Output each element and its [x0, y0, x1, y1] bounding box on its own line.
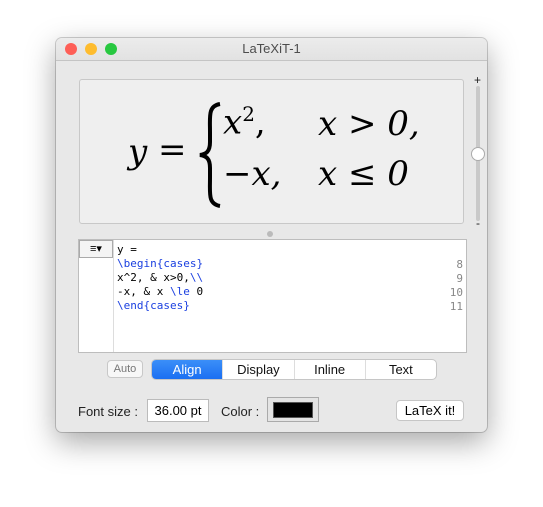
code-token: -x, & x	[117, 285, 170, 298]
split-handle[interactable]	[267, 231, 273, 237]
font-size-label: Font size :	[78, 404, 138, 419]
mode-display[interactable]: Display	[222, 360, 293, 379]
equation-preview[interactable]: y = x2, x > 0, −x, x ≤ 0	[79, 79, 464, 224]
zoom-slider[interactable]	[471, 86, 485, 221]
close-button[interactable]	[65, 43, 77, 55]
title-bar[interactable]: LaTeXiT-1	[56, 38, 487, 61]
code-token: 0	[189, 285, 204, 298]
latexit-window: LaTeXiT-1 y = x2, x > 0, −x, x ≤ 0 + - ≡…	[56, 38, 487, 432]
mode-segmented-control: Align Display Inline Text	[151, 359, 437, 380]
eq-row2-cond: x ≤ 0	[318, 154, 409, 194]
eq-row1-cond: x > 0,	[318, 104, 420, 144]
code-token: x^2, & x>0,	[117, 271, 190, 284]
code-line: -x, & x \le 0	[117, 285, 203, 298]
code-token: y =	[117, 243, 137, 256]
mode-text[interactable]: Text	[364, 360, 436, 379]
line-number: 10	[449, 286, 463, 299]
code-token: \\	[189, 271, 204, 284]
zoom-in-label: +	[474, 73, 482, 87]
mode-inline[interactable]: Inline	[293, 360, 365, 379]
code-line: x^2, & x>0,\\	[117, 271, 203, 284]
line-number: 9	[456, 272, 463, 285]
font-size-input[interactable]: 36.00 pt	[147, 399, 209, 422]
slider-knob[interactable]	[471, 146, 485, 161]
eq-y: y	[128, 132, 148, 172]
code-token: \end{cases}	[117, 299, 190, 312]
eq-equals: =	[158, 130, 187, 170]
eq-row2-expr: −x,	[223, 154, 282, 194]
code-line: \end{cases}	[117, 299, 190, 312]
auto-button[interactable]: Auto	[107, 360, 143, 378]
code-line: \begin{cases}	[117, 257, 203, 270]
mode-align[interactable]: Align	[152, 360, 223, 379]
latex-source-editor[interactable]: ≡▾ y = \begin{cases} x^2, & x>0,\\ -x, & x …	[78, 239, 467, 353]
color-label: Color :	[221, 404, 260, 419]
window-title: LaTeXiT-1	[242, 41, 301, 56]
editor-menu-button[interactable]: ≡▾	[79, 240, 113, 258]
code-line: y =	[117, 243, 137, 256]
code-token: \begin{cases}	[117, 257, 204, 270]
line-number: 8	[456, 258, 463, 271]
zoom-button[interactable]	[105, 43, 117, 55]
color-swatch	[273, 402, 313, 418]
color-well[interactable]	[267, 397, 319, 422]
eq-row1-x: x2,	[223, 102, 266, 143]
minimize-button[interactable]	[85, 43, 97, 55]
code-token: \le	[169, 285, 190, 298]
line-number: 11	[449, 300, 463, 313]
left-brace-icon	[199, 102, 221, 208]
latex-it-button[interactable]: LaTeX it!	[396, 400, 464, 421]
